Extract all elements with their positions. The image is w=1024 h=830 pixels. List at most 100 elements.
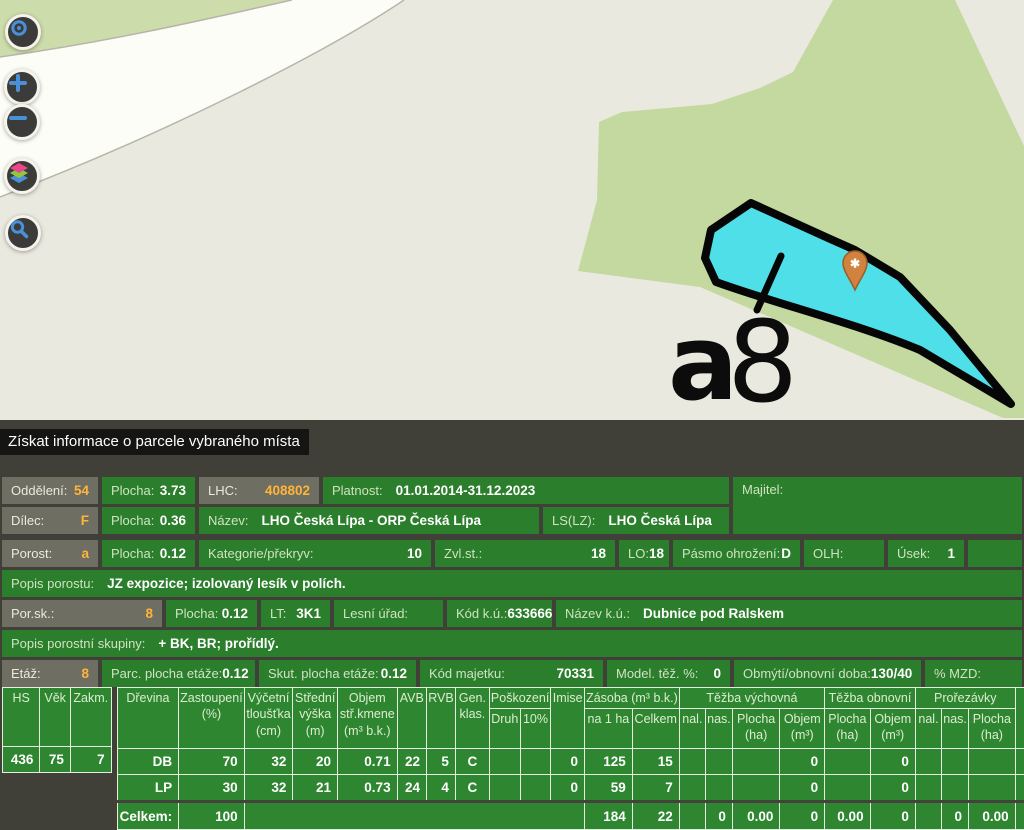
info-value: 130/40 <box>871 666 912 681</box>
table-cell: Celkem: <box>117 802 179 830</box>
info-label: Dílec: <box>11 513 44 528</box>
info-box: Popis porostní skupiny: + BK, BR; prořídl… <box>2 630 1022 657</box>
table-cell: 15 <box>632 749 679 775</box>
table-cell <box>520 749 551 775</box>
table-cell <box>679 749 705 775</box>
table-cell: 436 <box>3 747 40 773</box>
info-value: JZ expozice; izolovaný lesík v polích. <box>107 576 346 591</box>
info-row-pair-left: Oddělení:54Plocha:3.73LHC:408802Platnost… <box>2 477 729 537</box>
info-rows: Oddělení:54Plocha:3.73LHC:408802Platnost… <box>2 477 1022 690</box>
search-button[interactable] <box>5 215 41 251</box>
info-box: Por.sk.: 8 <box>2 600 162 627</box>
marker-asterisk-icon: ✱ <box>850 257 860 271</box>
table-header-cell: Druh <box>489 709 520 749</box>
info-label: Skut. plocha etáže: <box>268 666 379 681</box>
info-row: Porost:aPlocha:0.12Kategorie/překryv:10Z… <box>2 540 1022 567</box>
table-cell <box>915 775 941 802</box>
info-value: LHO Česká Lípa <box>608 513 712 528</box>
info-box: Název:LHO Česká Lípa - ORP Česká Lípa <box>199 507 539 534</box>
info-row: Dílec: F Plocha: 0.36 Název:LHO Česká Lípa -… <box>2 507 729 534</box>
table-cell: 24 <box>397 775 426 802</box>
info-panel: Získat informace o parcele vybraného mís… <box>0 420 1024 827</box>
table-header-cell: Plocha(ha) <box>732 709 779 749</box>
table-header-cell: Imise <box>551 688 585 749</box>
info-row: Etáž:8Parc. plocha etáže:0.12Skut. ploch… <box>2 660 1022 687</box>
info-label: Plocha: <box>111 483 154 498</box>
info-value: 18 <box>591 546 606 561</box>
table-cell: 30 <box>179 775 245 802</box>
info-label: LS(LZ): <box>552 513 595 528</box>
info-label: Plocha: <box>111 546 154 561</box>
info-label: Majitel: <box>742 482 783 497</box>
table-cell: 0 <box>870 749 915 775</box>
info-value: 8 <box>145 606 153 621</box>
map-canvas[interactable]: a 8 ✱ <box>0 0 1024 420</box>
info-box: % MZD: <box>925 660 1022 687</box>
table-cell: 75 <box>40 747 70 773</box>
info-value: Dubnice pod Ralskem <box>643 606 784 621</box>
table-cell <box>489 775 520 802</box>
table-header-cell: Objem(m³) <box>780 709 825 749</box>
info-box: Kód k.ú.:633666 <box>447 600 552 627</box>
table-cell: 100 <box>179 802 245 830</box>
info-value: 3K1 <box>296 606 321 621</box>
table-cell: C <box>455 775 489 802</box>
table-header-cell: nas. <box>942 709 969 749</box>
table-header-cell: Těžba výchovná <box>679 688 824 709</box>
info-value: LHO Česká Lípa - ORP Česká Lípa <box>261 513 481 528</box>
table-header-cell: AVB <box>397 688 426 749</box>
info-label: Platnost: <box>332 483 383 498</box>
info-value: 01.01.2014-31.12.2023 <box>396 483 536 498</box>
table-cell: 0.00 <box>825 802 870 830</box>
map-graphics: a 8 ✱ <box>0 0 1024 420</box>
info-box <box>968 540 1022 567</box>
info-value: F <box>81 513 89 528</box>
info-label: Obmýtí/obnovní doba: <box>743 666 871 681</box>
table-cell: 0 <box>870 802 915 830</box>
minus-icon <box>7 107 29 129</box>
plus-icon <box>7 72 29 94</box>
info-value: + BK, BR; prořídlý. <box>158 636 278 651</box>
table-header-cell: Plocha(ha) <box>969 709 1016 749</box>
table-header-cell: Výčetnítloušťka(cm) <box>244 688 293 749</box>
info-label: Por.sk.: <box>11 606 54 621</box>
zoom-in-button[interactable] <box>4 69 40 105</box>
info-value: 3.73 <box>160 483 186 498</box>
info-value: D <box>781 546 791 561</box>
info-value: 0.12 <box>222 606 248 621</box>
table-cell: 125 <box>585 749 633 775</box>
info-label: Lesní úřad: <box>343 606 408 621</box>
table-cell <box>520 775 551 802</box>
table-cell <box>489 749 520 775</box>
info-label: Parc. plocha etáže: <box>111 666 222 681</box>
info-label: Pásmo ohrožení: <box>682 546 780 561</box>
info-box: Plocha:0.12 <box>102 540 195 567</box>
table-cell: 0 <box>780 775 825 802</box>
table-cell <box>915 802 941 830</box>
layers-button[interactable] <box>4 158 40 194</box>
info-label: Zvl.st.: <box>444 546 482 561</box>
table-header-cell: Zakm. <box>70 688 111 747</box>
info-box: Model. těž. %:0 <box>607 660 730 687</box>
table-row: LP3032210.73244C059700 <box>117 775 1024 802</box>
geolocate-button[interactable] <box>5 14 41 50</box>
info-row-pair: Oddělení:54Plocha:3.73LHC:408802Platnost… <box>2 477 1022 537</box>
info-label: Porost: <box>11 546 52 561</box>
info-label: Popis porostní skupiny: <box>11 636 145 651</box>
table-header-cell: nal. <box>679 709 705 749</box>
info-label: Plocha: <box>111 513 154 528</box>
table-header-cell: nal. <box>915 709 941 749</box>
info-box: Plocha: 0.36 <box>102 507 195 534</box>
info-value: 0.36 <box>160 513 186 528</box>
info-label: % MZD: <box>934 666 981 681</box>
info-label: Etáž: <box>11 666 41 681</box>
geolocate-icon <box>8 17 30 39</box>
info-label: OLH: <box>813 546 843 561</box>
info-box: LHC:408802 <box>199 477 319 504</box>
info-box: Dílec: F <box>2 507 98 534</box>
info-box: Kód majetku:70331 <box>420 660 603 687</box>
info-value: 70331 <box>556 666 594 681</box>
table-cell: 32 <box>244 749 293 775</box>
zoom-out-button[interactable] <box>4 104 40 140</box>
info-value: 0.12 <box>222 666 248 681</box>
